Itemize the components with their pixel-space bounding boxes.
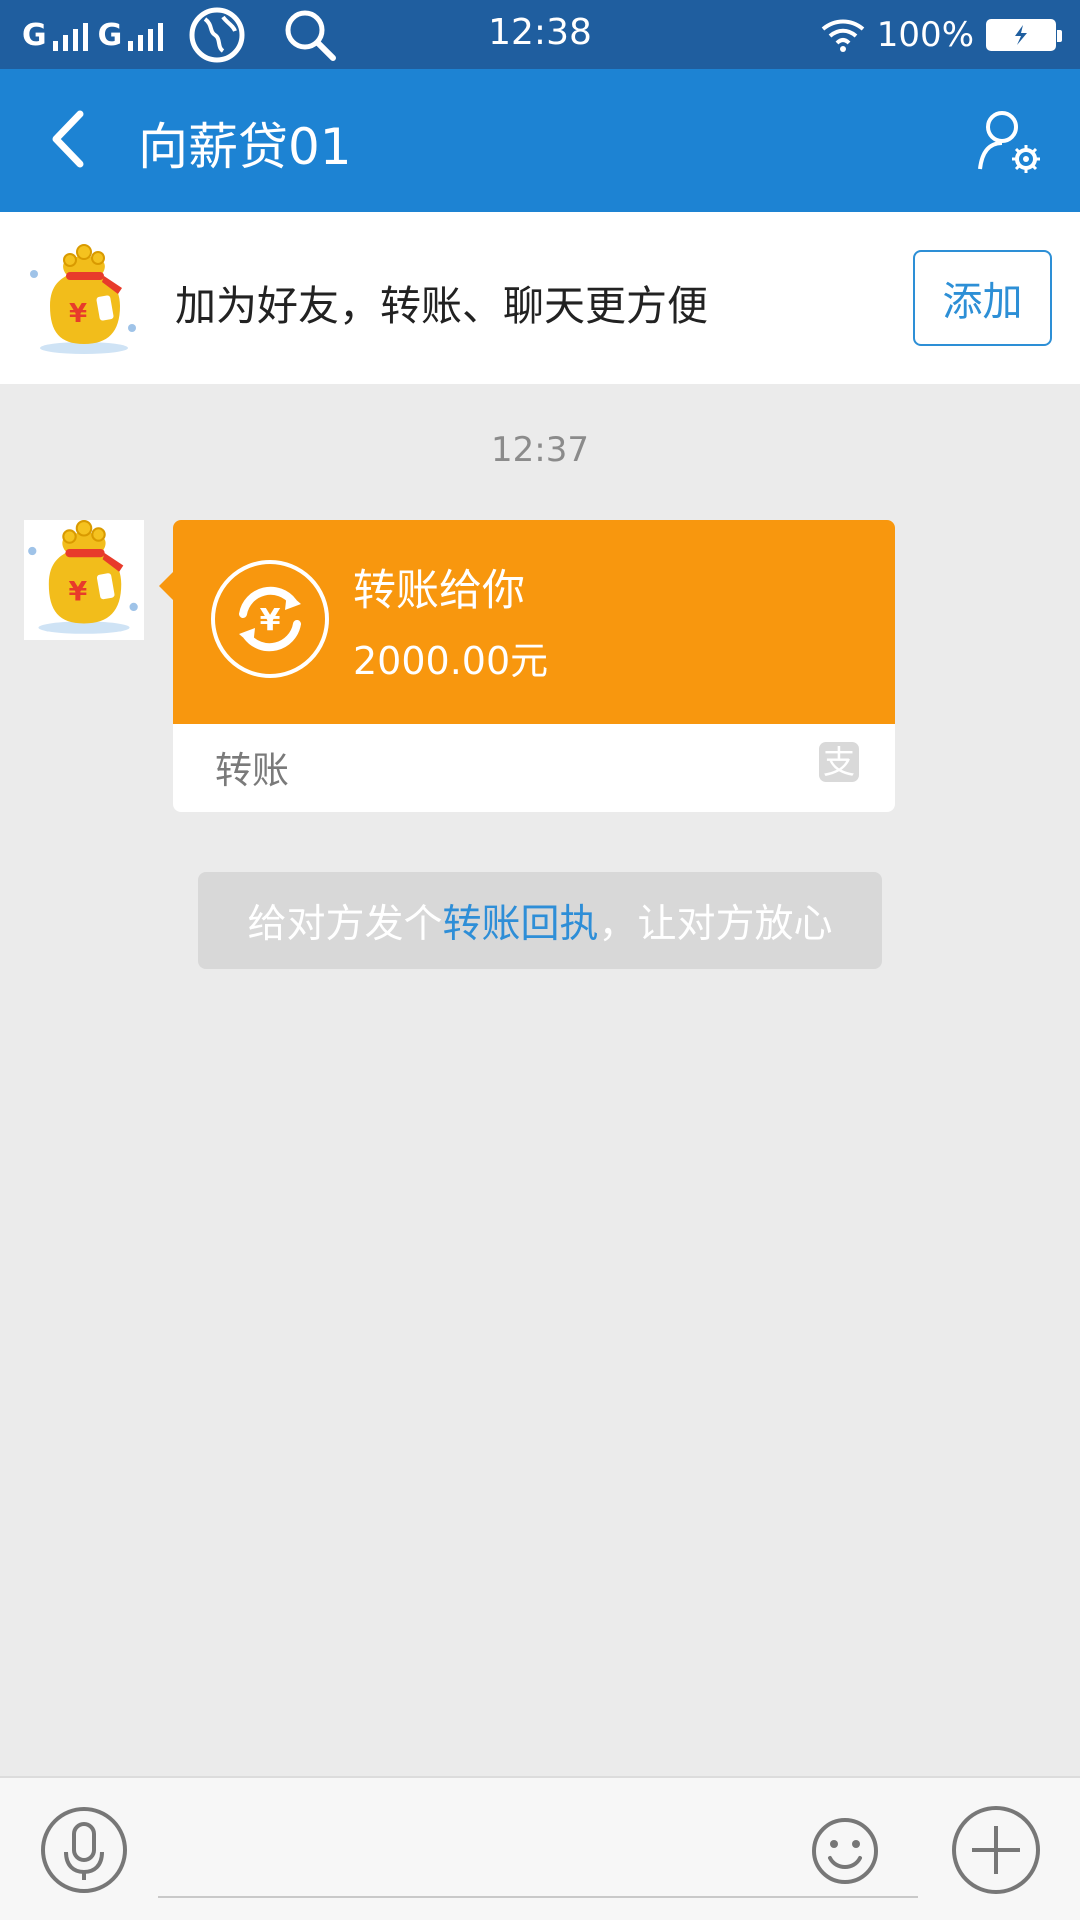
svg-text:¥: ¥	[68, 577, 87, 608]
message-input[interactable]	[158, 1808, 918, 1898]
profile-settings-icon	[978, 111, 1040, 173]
title-bar: 向薪贷01	[0, 69, 1080, 212]
money-bag-icon: ¥	[28, 520, 138, 634]
voice-input-button[interactable]	[40, 1806, 128, 1894]
status-right: 100%	[821, 10, 1062, 60]
wifi-icon	[821, 19, 865, 52]
tip-suffix: ，让对方放心	[598, 901, 833, 947]
plus-icon	[952, 1806, 1040, 1894]
back-icon	[52, 110, 84, 168]
back-button[interactable]	[36, 104, 106, 174]
transfer-title: 转账给你	[353, 566, 525, 616]
emoji-button[interactable]	[810, 1816, 880, 1886]
sender-avatar[interactable]: ¥	[24, 520, 144, 640]
message-timestamp: 12:37	[491, 430, 589, 470]
transfer-card-header: ¥ 转账给你 2000.00元	[173, 520, 895, 724]
add-friend-banner: ¥ 加为好友，转账、聊天更方便 添加	[0, 212, 1080, 384]
transfer-yuan-icon: ¥	[211, 560, 329, 678]
page-title: 向薪贷01	[138, 118, 352, 176]
add-friend-button[interactable]: 添加	[913, 250, 1052, 346]
add-friend-prompt: 加为好友，转账、聊天更方便	[175, 282, 708, 330]
more-actions-button[interactable]	[950, 1804, 1042, 1896]
status-bar: G G 12:38 100%	[0, 0, 1080, 69]
profile-settings-button[interactable]	[974, 107, 1044, 177]
battery-percent: 100%	[876, 15, 974, 55]
svg-text:¥: ¥	[260, 603, 281, 638]
svg-text:¥: ¥	[69, 299, 87, 329]
transfer-receipt-link[interactable]: 转账回执	[442, 893, 598, 949]
avatar: ¥	[26, 244, 142, 360]
microphone-icon	[41, 1807, 127, 1893]
message-input-bar	[0, 1776, 1080, 1920]
battery-icon	[986, 19, 1062, 51]
bubble-tail	[159, 572, 173, 600]
tip-prefix: 给对方发个	[247, 901, 443, 947]
transfer-type-label: 转账	[215, 749, 289, 792]
money-bag-icon: ¥	[30, 244, 136, 354]
emoji-icon	[812, 1818, 878, 1884]
transfer-message-card[interactable]: ¥ 转账给你 2000.00元 转账 支	[159, 520, 895, 812]
transfer-amount: 2000.00元	[353, 639, 549, 683]
alipay-icon: 支	[819, 742, 859, 782]
transfer-receipt-tip: 给对方发个 转账回执 ，让对方放心	[198, 872, 882, 969]
